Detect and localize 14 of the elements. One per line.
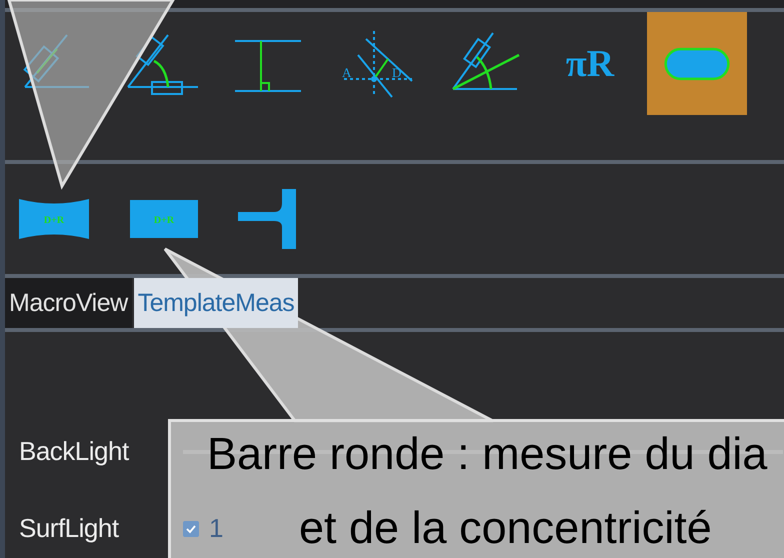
tab[interactable]: MacroView — [5, 278, 132, 328]
rect-bar-icon: D+R — [130, 200, 198, 238]
waisted-bar-icon: D+R — [18, 198, 90, 240]
checkbox-label: 1 — [209, 513, 224, 544]
t-profile-icon — [238, 189, 296, 249]
tool-button[interactable]: πR — [540, 12, 640, 115]
pi-r-icon: πR — [566, 42, 614, 86]
light-label: SurfLight — [19, 513, 120, 544]
checkbox[interactable]: 1 — [183, 513, 224, 544]
light-label: BackLight — [19, 436, 130, 467]
tooltip-text: Barre ronde : mesure du dia — [207, 428, 768, 480]
round-bar-icon — [664, 46, 730, 80]
tab[interactable]: TemplateMeas — [134, 278, 298, 328]
tooltip-text: et de la concentricité — [299, 502, 712, 554]
